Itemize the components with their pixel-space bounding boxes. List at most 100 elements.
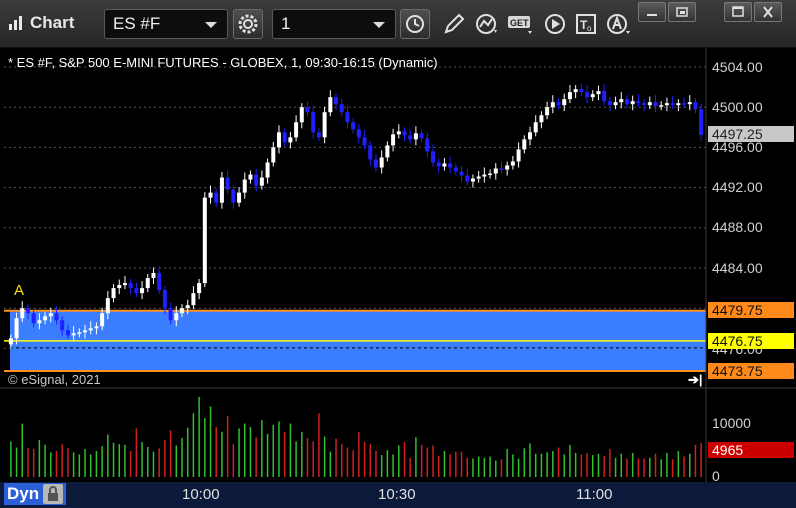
candle-body <box>311 112 316 133</box>
minimize-icon <box>647 14 657 16</box>
candle-body <box>516 149 521 162</box>
candle-body <box>539 115 544 123</box>
price-tick-4484: 4484.00 <box>712 260 763 276</box>
interval-dropdown-chevron-icon[interactable] <box>373 22 385 28</box>
symbol-combo[interactable]: ES #F <box>104 9 228 39</box>
restore-button[interactable] <box>668 2 696 22</box>
candle-body <box>339 104 344 113</box>
svg-text:GET: GET <box>510 18 529 28</box>
candle-body <box>528 132 532 140</box>
time-template-button[interactable] <box>400 9 430 39</box>
chart-background <box>0 48 796 508</box>
candle-body <box>362 137 367 146</box>
candle-body <box>65 330 70 336</box>
candle-body <box>550 102 555 108</box>
candle-body <box>664 103 669 106</box>
candle-body <box>505 165 510 170</box>
candle-body <box>453 167 458 172</box>
candle-body <box>431 151 436 163</box>
study-button[interactable] <box>472 9 502 39</box>
window-title: Chart <box>8 13 74 33</box>
symbol-settings-button[interactable] <box>233 9 263 39</box>
candle-body <box>8 338 13 345</box>
interval-combo[interactable]: 1 <box>272 9 396 39</box>
candle-body <box>647 102 652 106</box>
candle-body <box>607 101 612 106</box>
candle-body <box>128 283 133 289</box>
candle-body <box>31 313 36 324</box>
candle-body <box>442 163 447 167</box>
candle-body <box>699 109 704 135</box>
text-tool-icon: T o <box>576 14 596 34</box>
candle-body <box>134 288 139 294</box>
candle-body <box>100 313 105 327</box>
candle-body <box>288 137 293 143</box>
candle-body <box>20 308 25 319</box>
candle-body <box>448 163 453 168</box>
candle-body <box>670 103 675 106</box>
maximize-button[interactable] <box>724 2 752 22</box>
text-tool-button[interactable]: T o <box>572 9 602 39</box>
candle-body <box>396 131 401 135</box>
candle-body <box>573 89 578 93</box>
candle-body <box>54 313 59 321</box>
window-title-text: Chart <box>30 13 75 32</box>
candle-body <box>276 132 281 148</box>
minimize-button[interactable] <box>638 2 666 22</box>
candle-body <box>140 288 145 294</box>
candle-body <box>254 174 259 186</box>
candle-body <box>653 102 658 107</box>
candle-body <box>94 326 99 329</box>
chart-caption: * ES #F, S&P 500 E-MINI FUTURES - GLOBEX… <box>8 55 438 70</box>
time-tick-1030: 10:30 <box>378 486 416 503</box>
candle-body <box>322 112 327 138</box>
candle-body <box>465 175 470 182</box>
candle-body <box>214 192 219 203</box>
candle-body <box>619 99 624 103</box>
candle-body <box>402 131 407 136</box>
candle-body <box>499 168 504 171</box>
pencil-draw-icon <box>444 13 465 34</box>
candle-body <box>197 283 202 294</box>
candle-body <box>151 273 156 279</box>
alert-button[interactable] <box>604 9 634 39</box>
draw-tool-button[interactable] <box>439 9 469 39</box>
chart-toolbar: Chart ES #F 1 GET T o <box>0 0 796 48</box>
maximize-icon <box>732 6 744 17</box>
candle-body <box>191 293 196 306</box>
scroll-to-end-icon[interactable]: ➔| <box>688 372 703 388</box>
interval-value: 1 <box>281 14 291 33</box>
price-tick-4504: 4504.00 <box>712 59 763 75</box>
lock-icon[interactable] <box>43 484 63 504</box>
range-high-tag: 4479.75 <box>708 302 794 318</box>
candle-body <box>510 161 515 166</box>
play-icon <box>545 14 565 34</box>
candle-body <box>522 139 527 150</box>
candle-body <box>271 147 276 163</box>
replay-button[interactable] <box>540 9 570 39</box>
candle-body <box>579 89 584 93</box>
candle-body <box>174 313 179 321</box>
close-button[interactable] <box>754 2 782 22</box>
price-chart[interactable] <box>0 48 796 508</box>
candle-body <box>590 94 595 98</box>
candle-body <box>316 132 321 138</box>
candle-body <box>556 102 561 106</box>
candle-body <box>180 308 184 314</box>
symbol-dropdown-chevron-icon[interactable] <box>205 22 217 28</box>
candle-body <box>488 173 493 176</box>
candle-body <box>545 107 550 116</box>
candle-body <box>48 313 53 317</box>
copyright-label: © eSignal, 2021 <box>8 372 101 387</box>
candle-body <box>687 102 692 105</box>
candle-body <box>373 159 378 168</box>
restore-icon <box>676 7 688 17</box>
candle-body <box>408 135 413 140</box>
svg-text:o: o <box>587 24 592 33</box>
get-data-button[interactable]: GET <box>506 9 536 39</box>
chart-logo-icon <box>9 16 22 30</box>
candle-body <box>43 316 48 321</box>
candle-body <box>162 290 167 309</box>
close-icon <box>763 6 773 18</box>
candle-body <box>476 176 481 179</box>
